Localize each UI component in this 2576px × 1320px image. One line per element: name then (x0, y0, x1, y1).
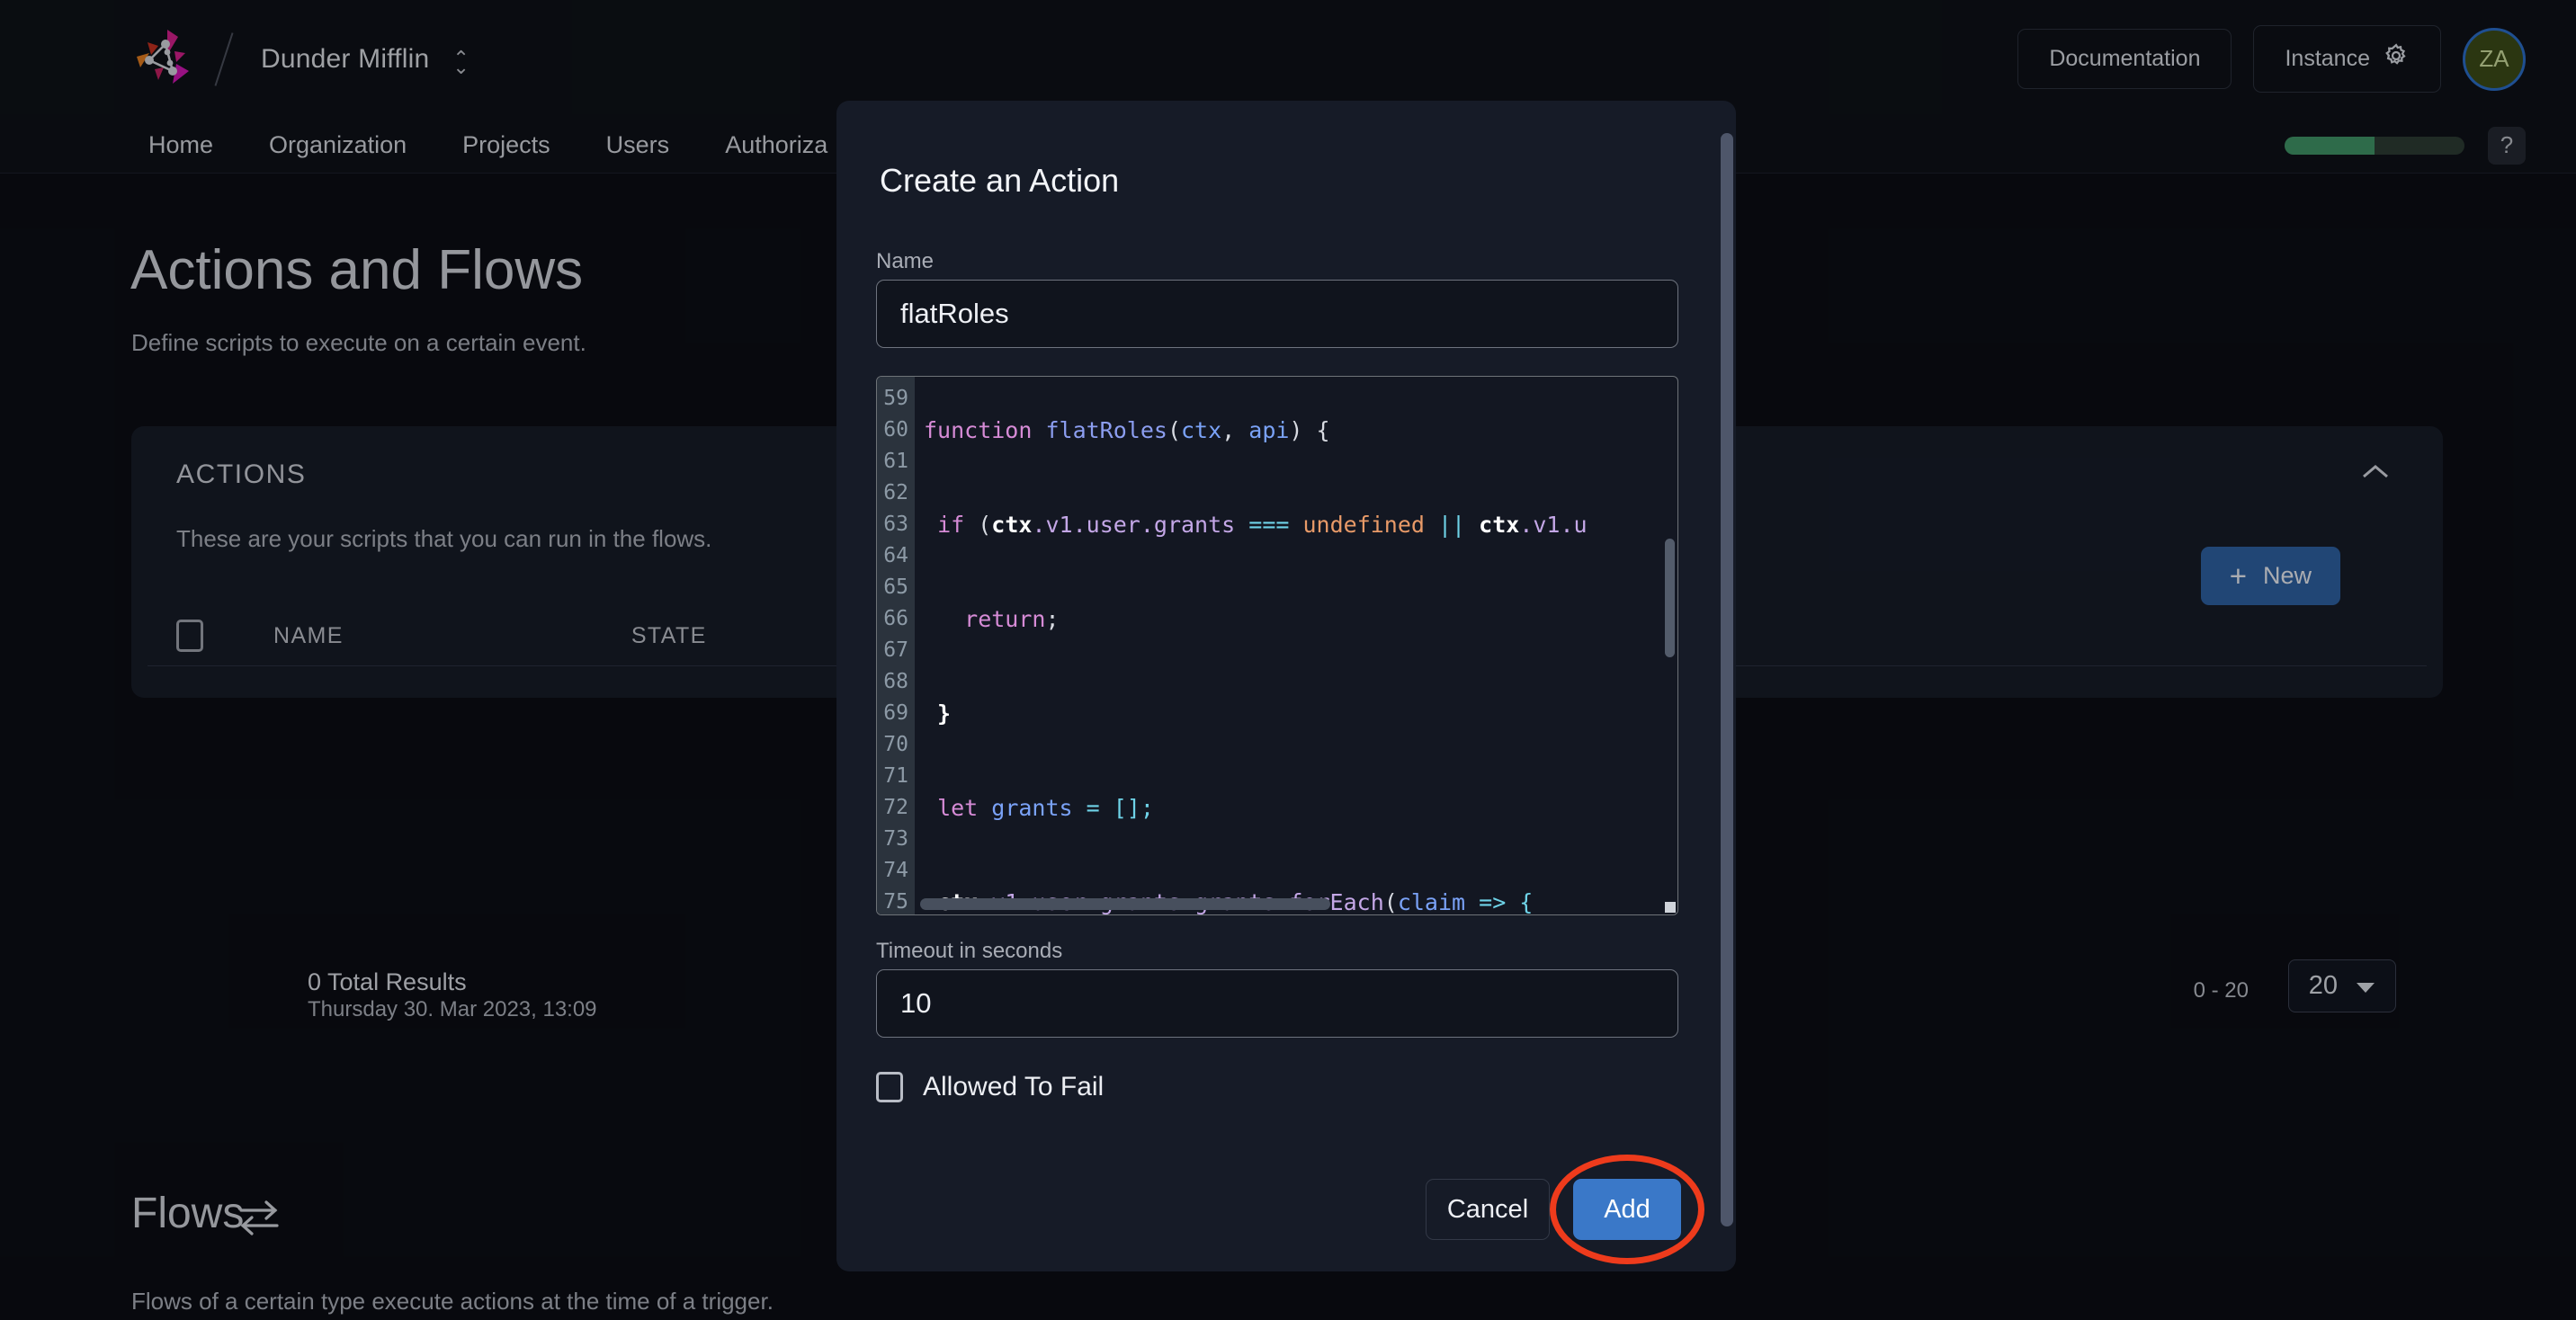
code-token: api (1248, 417, 1289, 443)
line-number: 59 (877, 383, 915, 415)
line-number: 66 (877, 603, 915, 635)
code-token: ctx (1479, 512, 1519, 538)
code-token: grants (991, 795, 1072, 821)
code-token: .v1.user.grants (1032, 512, 1235, 538)
line-number: 68 (877, 666, 915, 698)
code-line (915, 761, 1677, 792)
line-number: 61 (877, 446, 915, 477)
modal-title: Create an Action (880, 162, 1119, 200)
allowed-to-fail-checkbox[interactable] (876, 1072, 903, 1102)
line-number: 64 (877, 540, 915, 572)
name-input-value: flatRoles (900, 298, 1009, 330)
code-resize-handle[interactable] (1665, 902, 1676, 913)
code-line: return; (915, 603, 1677, 635)
code-token: return (964, 606, 1045, 632)
code-token: || (1425, 512, 1479, 538)
line-number: 69 (877, 698, 915, 729)
code-token: undefined (1302, 512, 1424, 538)
line-number: 73 (877, 824, 915, 855)
line-number: 71 (877, 761, 915, 792)
line-number: 72 (877, 792, 915, 824)
code-line: } (915, 698, 1677, 729)
add-button[interactable]: Add (1573, 1179, 1681, 1240)
code-gutter: 59606162636465666768697071727374757677 (877, 377, 915, 914)
line-number: 65 (877, 572, 915, 603)
line-number: 63 (877, 509, 915, 540)
timeout-input-value: 10 (900, 987, 931, 1020)
modal-scrollbar[interactable] (1721, 133, 1733, 1226)
code-vertical-scrollbar[interactable] (1665, 539, 1675, 657)
line-number: 62 (877, 477, 915, 509)
code-token: .v1.u (1519, 512, 1587, 538)
code-token (978, 795, 991, 821)
code-token: claim (1398, 889, 1465, 914)
code-token: ctx (991, 512, 1032, 538)
line-number: 70 (877, 729, 915, 761)
code-token: ctx (1181, 417, 1221, 443)
name-input[interactable]: flatRoles (876, 280, 1678, 348)
code-line (915, 383, 1677, 415)
code-line: let grants = []; (915, 792, 1677, 824)
line-number: 67 (877, 635, 915, 666)
code-line (915, 572, 1677, 603)
code-line (915, 446, 1677, 477)
line-number: 60 (877, 415, 915, 446)
code-token: ( (1384, 889, 1398, 914)
code-token: } (924, 700, 951, 727)
code-token: let (937, 795, 978, 821)
code-line (915, 540, 1677, 572)
timeout-input[interactable]: 10 (876, 969, 1678, 1038)
code-token: , (1221, 417, 1248, 443)
code-token (924, 606, 964, 632)
timeout-label: Timeout in seconds (876, 939, 1062, 964)
name-label: Name (876, 249, 934, 274)
code-token (924, 795, 937, 821)
code-token: = []; (1073, 795, 1154, 821)
code-token: === (1235, 512, 1302, 538)
code-line (915, 729, 1677, 761)
line-number: 74 (877, 855, 915, 887)
code-token: if (937, 512, 964, 538)
code-content[interactable]: function flatRoles(ctx, api) { if (ctx.v… (915, 377, 1677, 914)
code-line: function flatRoles(ctx, api) { (915, 415, 1677, 446)
code-horizontal-scrollbar[interactable] (920, 898, 1330, 910)
code-line (915, 635, 1677, 666)
code-token: flatRoles (1045, 417, 1167, 443)
code-token: => { (1465, 889, 1533, 914)
cancel-label: Cancel (1447, 1195, 1528, 1225)
code-line: if (ctx.v1.user.grants === undefined || … (915, 509, 1677, 540)
code-line (915, 855, 1677, 887)
allowed-to-fail-label: Allowed To Fail (923, 1072, 1104, 1102)
add-label: Add (1604, 1195, 1650, 1225)
code-token: ) { (1289, 417, 1329, 443)
code-token: ( (964, 512, 991, 538)
cancel-button[interactable]: Cancel (1426, 1179, 1550, 1240)
code-editor[interactable]: 59606162636465666768697071727374757677 f… (876, 376, 1678, 915)
code-token: ( (1167, 417, 1181, 443)
code-token (924, 512, 937, 538)
allowed-to-fail-row[interactable]: Allowed To Fail (876, 1072, 1104, 1102)
code-token: function (924, 417, 1045, 443)
code-line (915, 666, 1677, 698)
code-token: ; (1045, 606, 1059, 632)
line-number: 75 (877, 887, 915, 915)
code-line (915, 477, 1677, 509)
code-line (915, 824, 1677, 855)
